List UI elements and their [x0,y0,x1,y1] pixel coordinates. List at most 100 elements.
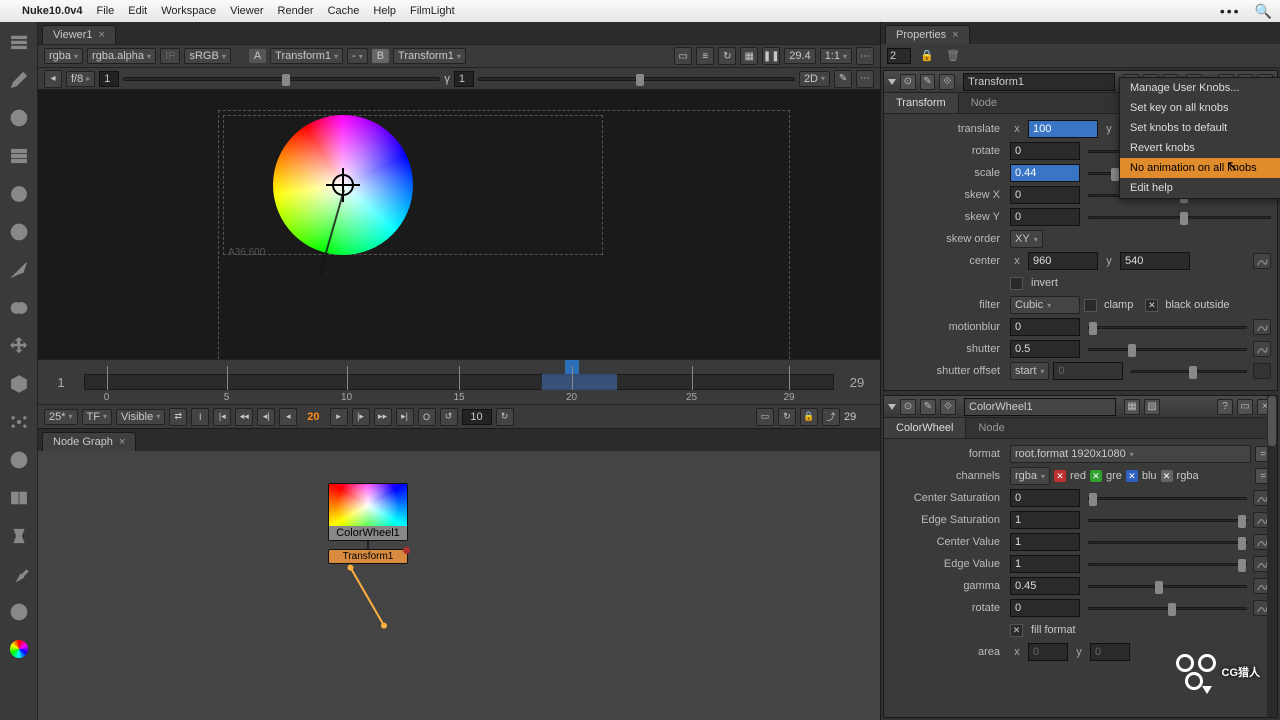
dim-select[interactable]: 2D▾ [799,71,830,87]
center-x-input[interactable] [1028,252,1098,270]
lock-icon[interactable]: 🔒 [917,48,937,64]
a-node-select[interactable]: Transform1▾ [270,48,343,64]
wand-icon[interactable]: ✎ [834,70,852,88]
center-icon[interactable]: ⊙ [900,74,916,90]
edge-sat-slider[interactable] [1088,519,1247,522]
clamp-checkbox[interactable] [1084,299,1097,312]
menu-cache[interactable]: Cache [328,5,360,17]
ip-toggle[interactable]: IP [160,48,180,64]
green-toggle[interactable]: ✕ [1090,470,1102,482]
zoom-select[interactable]: 1:1▾ [820,48,852,64]
tab-colorwheel[interactable]: ColorWheel [884,418,966,438]
center-y-input[interactable] [1120,252,1190,270]
all-plugins-icon[interactable] [10,640,28,658]
gain-input[interactable]: 1 [99,71,119,87]
particles-icon[interactable] [9,412,29,432]
node-icon[interactable]: ⟐ [939,74,955,90]
ctx-set-default[interactable]: Set knobs to default [1120,118,1280,138]
wand-icon[interactable]: ✎ [920,74,936,90]
rotate-input[interactable] [1010,142,1080,160]
color-icon[interactable] [9,184,29,204]
area-y-input[interactable] [1090,643,1130,661]
gamma-slider[interactable] [478,77,795,81]
cw-rotate-input[interactable] [1010,599,1080,617]
fps-display[interactable]: 29.4 [784,48,815,64]
step-back-icon[interactable]: ◂| [257,408,275,426]
shutter-offset-select[interactable]: start▾ [1010,362,1049,380]
a-input-select[interactable]: -▾ [347,48,368,64]
prev-icon[interactable]: ◂ [44,70,62,88]
visible-select[interactable]: Visible▾ [116,409,165,425]
time-icon[interactable] [9,108,29,128]
shutter-offset-anim-icon[interactable] [1253,363,1271,379]
menu-render[interactable]: Render [278,5,314,17]
viewer-tab[interactable]: Viewer1 × [42,25,116,44]
alpha-select[interactable]: rgba.alpha▾ [87,48,156,64]
clear-icon[interactable]: 🗑 [943,48,963,64]
cw-gamma-slider[interactable] [1088,585,1247,588]
black-outside-checkbox[interactable] [1145,299,1158,312]
collapse-icon[interactable] [888,79,896,85]
options2-icon[interactable]: ⋯ [856,70,874,88]
menu-edit[interactable]: Edit [128,5,147,17]
help-icon[interactable]: ? [1217,399,1233,415]
tf-select[interactable]: TF▾ [82,409,112,425]
format-select[interactable]: root.format 1920x1080▾ [1010,445,1251,463]
center-sat-slider[interactable] [1088,497,1247,500]
channel-icon[interactable] [9,146,29,166]
current-frame[interactable]: 20 [301,411,325,423]
alpha-toggle[interactable]: ✕ [1161,470,1173,482]
motionblur-input[interactable] [1010,318,1080,336]
node-transform[interactable]: Transform1 [328,549,408,564]
ctx-set-key-all[interactable]: Set key on all knobs [1120,98,1280,118]
menu-workspace[interactable]: Workspace [161,5,216,17]
step-size[interactable]: 10 [462,409,492,425]
cw-gamma-input[interactable] [1010,577,1080,595]
fstop-select[interactable]: f/8▸ [66,71,95,87]
filter-select[interactable]: Cubic▾ [1010,296,1080,314]
app-name[interactable]: Nuke10.0v4 [22,5,83,17]
center-icon[interactable]: ⊙ [900,399,916,415]
center-anim-icon[interactable] [1253,253,1271,269]
ctx-no-anim-all[interactable]: No animation on all knobs [1120,158,1280,178]
shutter-offset-slider[interactable] [1131,370,1247,373]
out-point-icon[interactable]: O [418,408,436,426]
center-val-slider[interactable] [1088,541,1247,544]
translate-x-input[interactable] [1028,120,1098,138]
range-icon[interactable]: ▭ [756,408,774,426]
other-icon[interactable] [9,602,29,622]
close-icon[interactable]: × [952,29,958,41]
tab-node[interactable]: Node [966,418,1016,438]
step-fwd-icon[interactable]: |▸ [352,408,370,426]
area-x-input[interactable] [1028,643,1068,661]
timeline[interactable]: 1 0 5 10 15 20 25 29 29 [38,359,880,405]
loop-back-icon[interactable]: ↺ [440,408,458,426]
next-key-icon[interactable]: ▸▸ [374,408,392,426]
go-end-icon[interactable]: ▸| [396,408,414,426]
meta-icon[interactable] [9,526,29,546]
clip-icon[interactable]: ▭ [674,47,692,65]
3d-icon[interactable] [9,374,29,394]
export-icon[interactable]: ⤴ [822,408,840,426]
menu-viewer[interactable]: Viewer [230,5,263,17]
tab-node[interactable]: Node [959,93,1009,113]
red-toggle[interactable]: ✕ [1054,470,1066,482]
play-back-icon[interactable]: ◂ [279,408,297,426]
node-name-input[interactable] [963,73,1115,91]
proxy-icon[interactable]: ▦ [740,47,758,65]
skewx-input[interactable] [1010,186,1080,204]
playback-rate[interactable]: 25*▾ [44,409,78,425]
max-panels-input[interactable] [887,48,911,64]
shutter-input[interactable] [1010,340,1080,358]
collapse-icon[interactable] [888,404,896,410]
menu-filmlight[interactable]: FilmLight [410,5,455,17]
skewy-input[interactable] [1010,208,1080,226]
scale-input[interactable] [1010,164,1080,182]
node-name-input[interactable] [964,398,1116,416]
close-icon[interactable]: × [99,29,105,41]
merge-icon[interactable] [9,298,29,318]
in-point-icon[interactable]: I [191,408,209,426]
close-icon[interactable]: × [119,436,125,448]
lock-icon[interactable]: 🔒 [800,408,818,426]
invert-checkbox[interactable] [1010,277,1023,290]
